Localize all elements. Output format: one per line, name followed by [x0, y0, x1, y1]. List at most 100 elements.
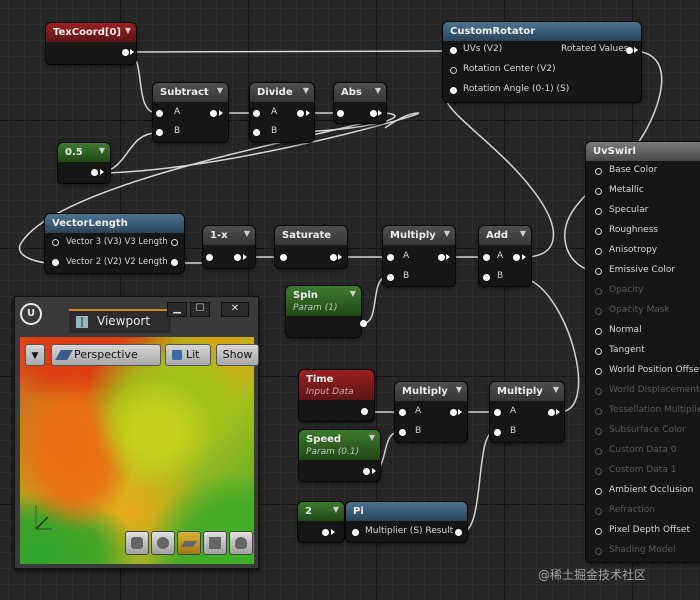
teapot-icon[interactable] [229, 531, 253, 555]
output-pin[interactable] [548, 409, 555, 416]
custom-rotator-node[interactable]: CustomRotator UVs (V2) Rotation Center (… [443, 22, 641, 102]
multiply-node-3[interactable]: Multiply ▼ A B [490, 382, 564, 442]
add-node[interactable]: Add ▼ A B [479, 226, 531, 286]
output-pin[interactable] [234, 254, 241, 261]
material-input-pin[interactable] [595, 408, 602, 415]
output-pin[interactable] [322, 529, 329, 536]
chevron-down-icon[interactable]: ▼ [369, 433, 375, 442]
maximize-button[interactable]: ☐ [190, 302, 210, 317]
output-pin[interactable] [297, 110, 304, 117]
input-pin-a[interactable] [483, 254, 490, 261]
output-pin-v2[interactable] [171, 259, 178, 266]
input-pin-a[interactable] [156, 110, 163, 117]
input-pin-a[interactable] [253, 110, 260, 117]
chevron-down-icon[interactable]: ▼ [303, 86, 309, 95]
input-pin[interactable] [280, 254, 287, 261]
chevron-down-icon[interactable]: ▼ [350, 289, 356, 298]
output-pin[interactable] [455, 529, 462, 536]
material-input-pin[interactable] [595, 448, 602, 455]
material-input-pin[interactable] [595, 428, 602, 435]
input-pin-b[interactable] [156, 129, 163, 136]
chevron-down-icon[interactable]: ▼ [217, 86, 223, 95]
material-input-pin[interactable] [595, 288, 602, 295]
chevron-down-icon[interactable]: ▼ [520, 229, 526, 238]
output-pin[interactable] [210, 110, 217, 117]
material-input-pin[interactable] [595, 228, 602, 235]
material-input-pin[interactable] [595, 188, 602, 195]
output-pin[interactable] [363, 468, 370, 475]
cube-icon[interactable] [203, 531, 227, 555]
material-input-pin[interactable] [595, 348, 602, 355]
material-input-pin[interactable] [595, 328, 602, 335]
chevron-down-icon[interactable]: ▼ [333, 505, 339, 514]
input-pin-v3[interactable] [52, 239, 59, 246]
input-pin[interactable] [352, 529, 359, 536]
input-pin-b[interactable] [483, 274, 490, 281]
input-pin-b[interactable] [494, 429, 501, 436]
lit-button[interactable]: Lit [165, 344, 211, 366]
input-pin-angle[interactable] [450, 87, 457, 94]
material-input-pin[interactable] [595, 548, 602, 555]
output-pin[interactable] [330, 254, 337, 261]
input-pin-a[interactable] [494, 409, 501, 416]
input-pin-b[interactable] [399, 429, 406, 436]
output-pin[interactable] [438, 254, 445, 261]
material-input-pin[interactable] [595, 208, 602, 215]
chevron-down-icon[interactable]: ▼ [99, 146, 105, 155]
vector-length-node[interactable]: VectorLength Vector 3 (V3) V3 Length Vec… [45, 214, 184, 273]
input-pin[interactable] [206, 254, 213, 261]
show-button[interactable]: Show [216, 344, 259, 366]
material-input-pin[interactable] [595, 308, 602, 315]
output-pin[interactable] [370, 110, 377, 117]
output-pin[interactable] [360, 320, 367, 327]
subtract-node[interactable]: Subtract ▼ A B [153, 83, 228, 142]
chevron-down-icon[interactable]: ▼ [375, 86, 381, 95]
output-pin[interactable] [513, 254, 520, 261]
material-preview[interactable]: ▼ Perspective Lit Show [20, 337, 259, 564]
speed-param-node[interactable]: Speed Param (0.1) ▼ [299, 430, 380, 481]
chevron-down-icon[interactable]: ▼ [125, 26, 131, 35]
close-button[interactable]: ✕ [221, 302, 249, 317]
chevron-down-icon[interactable]: ▼ [456, 385, 462, 394]
chevron-down-icon[interactable]: ▼ [553, 385, 559, 394]
multiply-node-1[interactable]: Multiply ▼ A B [383, 226, 455, 286]
input-pin-center[interactable] [450, 67, 457, 74]
divide-node[interactable]: Divide ▼ A B [250, 83, 314, 142]
chevron-down-icon[interactable]: ▼ [444, 229, 450, 238]
output-pin[interactable] [626, 47, 633, 54]
viewport-panel[interactable]: U Viewport ▁ ☐ ✕ ▼ Perspective Lit Show [14, 296, 259, 569]
material-input-pin[interactable] [595, 528, 602, 535]
viewport-menu-button[interactable]: ▼ [25, 344, 45, 366]
material-input-pin[interactable] [595, 508, 602, 515]
one-minus-node[interactable]: 1-x ▼ [203, 226, 255, 268]
time-node[interactable]: Time Input Data [299, 370, 374, 421]
viewport-tab[interactable]: Viewport [69, 309, 171, 333]
input-pin-b[interactable] [387, 274, 394, 281]
material-result-node[interactable]: UvSwirl Base Color Metallic Specular Roughn… [586, 142, 700, 562]
output-pin[interactable] [122, 49, 129, 56]
pi-node[interactable]: Pi Multiplier (S) Result [346, 502, 467, 542]
saturate-node[interactable]: Saturate [275, 226, 347, 268]
material-input-pin[interactable] [595, 248, 602, 255]
material-input-pin[interactable] [595, 268, 602, 275]
material-input-pin[interactable] [595, 388, 602, 395]
sphere-icon[interactable] [151, 531, 175, 555]
cylinder-icon[interactable] [125, 531, 149, 555]
spin-param-node[interactable]: Spin Param (1) ▼ [286, 286, 367, 337]
input-pin-a[interactable] [387, 254, 394, 261]
output-pin[interactable] [91, 169, 98, 176]
input-pin-b[interactable] [253, 129, 260, 136]
material-input-pin[interactable] [595, 368, 602, 375]
texcoord-node[interactable]: TexCoord[0] ▼ [46, 23, 136, 64]
constant-half-node[interactable]: 0.5 ▼ [58, 143, 110, 183]
input-pin[interactable] [337, 110, 344, 117]
minimize-button[interactable]: ▁ [167, 302, 187, 317]
output-pin[interactable] [450, 409, 457, 416]
perspective-button[interactable]: Perspective [51, 344, 161, 366]
input-pin-v2[interactable] [52, 259, 59, 266]
abs-node[interactable]: Abs ▼ [334, 83, 386, 123]
material-input-pin[interactable] [595, 168, 602, 175]
material-input-pin[interactable] [595, 488, 602, 495]
constant-two-node[interactable]: 2 ▼ [298, 502, 344, 542]
input-pin-a[interactable] [399, 409, 406, 416]
